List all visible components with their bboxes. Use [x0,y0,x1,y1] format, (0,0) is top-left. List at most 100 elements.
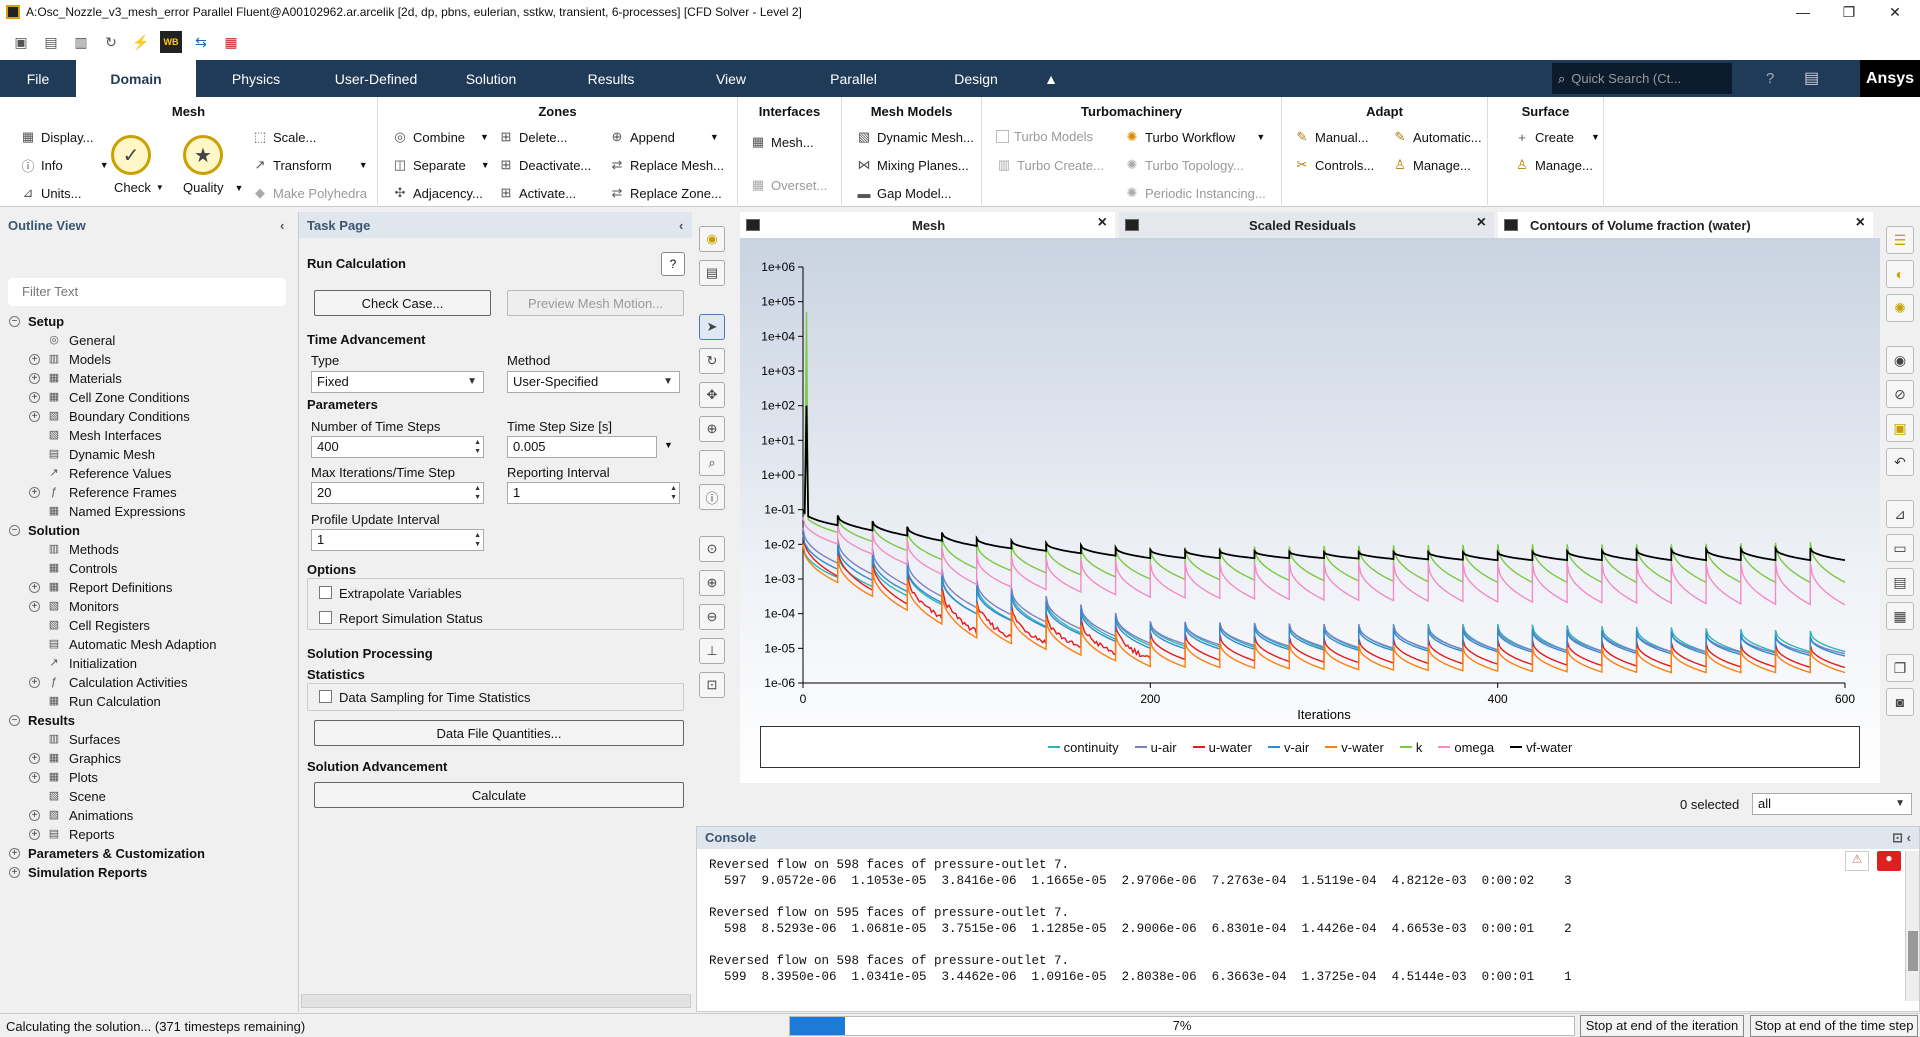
legend-icon[interactable]: ▦ [1886,602,1914,630]
num-time-steps-input[interactable]: 400 ▲ ▼ [311,436,484,458]
tab-solution[interactable]: Solution [436,60,546,97]
mode-icon[interactable]: ▦ [220,31,242,53]
sync-icon[interactable]: ⇆ [190,31,212,53]
report-icon[interactable]: ▤ [1886,568,1914,596]
filter-text-input[interactable]: Filter Text [8,278,286,306]
tree-item-solution[interactable]: − Solution [0,521,295,540]
tree-item-monitors[interactable]: + ▧ Monitors [0,597,295,616]
zoom-icon[interactable]: ⌕ [699,450,725,476]
tree-item-mesh-interfaces[interactable]: ▧ Mesh Interfaces [0,426,295,445]
lights-icon[interactable]: ◐ [1886,260,1914,288]
residuals-plot-area[interactable]: 1e+06 1e+05 1e+04 1e+03 1e+02 1e+01 1e+00 1e-01… [740,238,1880,783]
read-icon[interactable]: ▤ [40,31,62,53]
mixing-planes-button[interactable]: ⋈ Mixing Planes... [856,157,969,173]
delete-zone-button[interactable]: ⊞ Delete... [498,129,568,145]
adapt-automatic-button[interactable]: ✎ Automatic... [1392,129,1482,145]
minimize-button[interactable]: — [1780,0,1826,24]
tab-contours[interactable]: Contours of Volume fraction (water) × [1498,212,1873,238]
lightning-icon[interactable]: ⚡ [130,31,152,53]
camera-icon[interactable]: ☰ [1886,226,1914,254]
plot-icon[interactable]: ⊿ [1886,500,1914,528]
help-icon[interactable]: ? [661,252,685,276]
write-icon[interactable]: ↻ [100,31,122,53]
stop-iteration-button[interactable]: Stop at end of the iteration [1580,1015,1744,1037]
task-horizontal-scrollbar[interactable] [301,994,691,1008]
expand-icon[interactable]: + [29,392,40,403]
overset-button[interactable]: ▦ Overset... [750,177,828,193]
spinner-icon[interactable]: ▲ ▼ [474,484,481,502]
zoom-out-icon[interactable]: ⊖ [699,604,725,630]
zoom-in-icon[interactable]: ⊕ [699,570,725,596]
report-status-checkbox[interactable] [319,611,332,624]
collapse-task-icon[interactable]: ‹ [679,218,683,233]
periodic-instancing-button[interactable]: ✺ Periodic Instancing... [1124,185,1266,201]
tab-scaled-residuals[interactable]: Scaled Residuals × [1119,212,1494,238]
adapt-manage-button[interactable]: ♙ Manage... [1392,157,1471,173]
collapse-icon[interactable]: − [9,316,20,327]
window-icon[interactable]: ▣ [1886,414,1914,442]
collapse-panel-icon[interactable]: ‹ [280,218,284,233]
fit-icon[interactable]: ◉ [699,226,725,252]
tab-file[interactable]: File [0,60,76,97]
adapt-manual-button[interactable]: ✎ Manual... [1294,129,1369,145]
tree-item-general[interactable]: ◎ General [0,331,295,350]
collapse-ribbon-icon[interactable]: ▲ [1031,60,1071,97]
display-button[interactable]: ▦ Display... [20,129,94,145]
transform-button[interactable]: ↗ Transform ▼ [252,157,368,173]
tree-item-cell-zone-conditions[interactable]: + ▦ Cell Zone Conditions [0,388,295,407]
axes-icon[interactable]: ⊥ [699,638,725,664]
expand-icon[interactable]: + [29,411,40,422]
layout-icon[interactable]: ▤ [1804,68,1819,88]
tree-item-methods[interactable]: ▥ Methods [0,540,295,559]
tree-item-reference-frames[interactable]: + ƒ Reference Frames [0,483,295,502]
probe-icon[interactable]: ⓘ [699,484,725,510]
append-button[interactable]: ⊕ Append ▼ [609,129,719,145]
zoom-to-fit-icon[interactable]: ⊙ [699,536,725,562]
show-icon[interactable]: ◉ [1886,346,1914,374]
pointer-icon[interactable]: ➤ [699,314,725,340]
check-case-button[interactable]: Check Case... [314,290,491,316]
expand-icon[interactable]: + [29,487,40,498]
expand-icon[interactable]: + [29,829,40,840]
replace-mesh-button[interactable]: ⇄ Replace Mesh... [609,157,724,173]
console-options-icon[interactable]: ⊡ ‹ [1892,827,1911,849]
close-icon[interactable]: × [1098,214,1107,232]
tab-user-defined[interactable]: User-Defined [316,60,436,97]
data-file-quantities-button[interactable]: Data File Quantities... [314,720,684,746]
units-button[interactable]: ⊿ Units... [20,185,82,201]
turbo-workflow-button[interactable]: ✺ Turbo Workflow ▼ [1124,129,1266,145]
quick-search-input[interactable]: ⌕ Quick Search (Ct... [1552,63,1732,94]
quality-button[interactable]: Quality ▼ [183,180,243,195]
max-iterations-input[interactable]: 20 ▲ ▼ [311,482,484,504]
stop-icon[interactable]: ● [1877,851,1901,871]
turbo-create-button[interactable]: ▥ Turbo Create... [996,157,1104,173]
expand-icon[interactable]: + [29,810,40,821]
tree-item-surfaces[interactable]: ▥ Surfaces [0,730,295,749]
tree-item-controls[interactable]: ▦ Controls [0,559,295,578]
tree-item-dynamic-mesh[interactable]: ▤ Dynamic Mesh [0,445,295,464]
adjacency-button[interactable]: ✣ Adjacency... [392,185,483,201]
tree-item-boundary-conditions[interactable]: + ▧ Boundary Conditions [0,407,295,426]
replace-zone-button[interactable]: ⇄ Replace Zone... [609,185,722,201]
close-icon[interactable]: × [1856,214,1865,232]
spinner-icon[interactable]: ▲ ▼ [474,438,481,456]
tree-item-materials[interactable]: + ▦ Materials [0,369,295,388]
expand-icon[interactable]: + [29,354,40,365]
expand-icon[interactable]: + [29,582,40,593]
hide-icon[interactable]: ⊘ [1886,380,1914,408]
interfaces-mesh-button[interactable]: ▦ Mesh... [750,134,814,150]
open-case-icon[interactable]: ▣ [10,31,32,53]
info-button[interactable]: ⓘ Info ▼ [20,157,108,174]
extrapolate-checkbox[interactable] [319,586,332,599]
lock-icon[interactable]: ⊡ [699,672,725,698]
tree-item-calculation-activities[interactable]: + ƒ Calculation Activities [0,673,295,692]
tree-item-animations[interactable]: + ▧ Animations [0,806,295,825]
method-select[interactable]: User-Specified ▼ [507,371,680,393]
views-icon[interactable]: ▤ [699,260,725,286]
shading-icon[interactable]: ✺ [1886,294,1914,322]
dynamic-mesh-button[interactable]: ▧ Dynamic Mesh... [856,129,974,145]
close-window-button[interactable]: ✕ [1872,0,1918,24]
tab-mesh[interactable]: Mesh × [740,212,1115,238]
preview-mesh-motion-button[interactable]: Preview Mesh Motion... [507,290,684,316]
collapse-icon[interactable]: − [9,525,20,536]
